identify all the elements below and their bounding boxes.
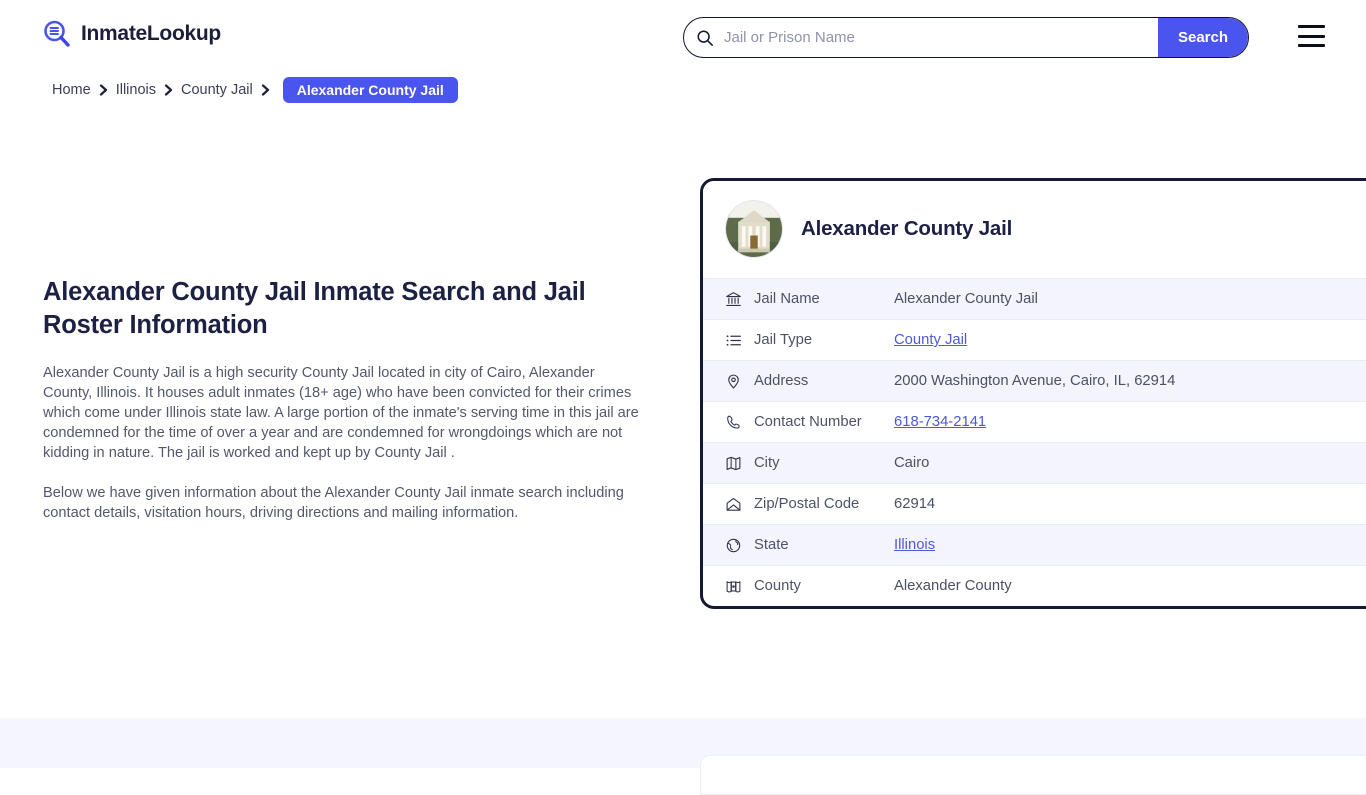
jail-card-title: Alexander County Jail: [801, 217, 1013, 240]
hamburger-menu-icon[interactable]: [1298, 25, 1325, 47]
info-row-address: Address 2000 Washington Avenue, Cairo, I…: [703, 360, 1366, 401]
page-title: Alexander County Jail Inmate Search and …: [43, 278, 586, 339]
search-bar: Search: [683, 17, 1249, 58]
search-button[interactable]: Search: [1158, 18, 1248, 57]
state-link[interactable]: Illinois: [894, 537, 935, 553]
bank-icon: [726, 291, 741, 306]
info-row-label: Address: [754, 373, 809, 389]
info-row-label: County: [754, 578, 801, 594]
info-row-jail-name: Jail Name Alexander County Jail: [703, 278, 1366, 319]
map-marker-icon: [726, 580, 741, 592]
breadcrumb-item-illinois[interactable]: Illinois: [116, 82, 156, 98]
envelope-icon: [726, 497, 741, 511]
info-row-jail-type: Jail Type County Jail: [703, 319, 1366, 360]
info-row-value: 62914: [894, 496, 936, 512]
info-row-label: Zip/Postal Code: [754, 496, 860, 512]
phone-icon: [727, 415, 740, 429]
hamburger-bar: [1298, 25, 1325, 28]
below-fold-card: [700, 755, 1366, 795]
brand-name: InmateLookup: [81, 22, 221, 45]
breadcrumb-item-county-jail[interactable]: County Jail: [181, 82, 253, 98]
map-pin-icon: [728, 374, 739, 389]
info-row-value: Cairo: [894, 455, 930, 471]
hamburger-bar: [1298, 44, 1325, 47]
info-row-city: City Cairo: [703, 442, 1366, 483]
info-row-zip-code: Zip/Postal Code 62914: [703, 483, 1366, 524]
search-icon: [697, 29, 713, 46]
jail-info-card-header: Alexander County Jail: [703, 181, 1366, 278]
intro-paragraph: Alexander County Jail is a high security…: [43, 365, 639, 461]
article-column: Alexander County Jail Inmate Search and …: [43, 276, 643, 523]
chevron-right-icon: [164, 84, 173, 96]
chevron-right-icon: [99, 84, 107, 96]
courthouse-photo-icon: [726, 201, 782, 257]
info-row-state: State Illinois: [703, 524, 1366, 565]
jail-photo: [725, 200, 783, 258]
jail-info-card: Alexander County Jail Jail Name Alexande…: [700, 178, 1366, 609]
info-row-county: County Alexander County: [703, 565, 1366, 606]
info-row-value: 618-734-2141: [894, 414, 986, 430]
magnifier-list-logo-icon: [44, 20, 70, 47]
info-row-label: Jail Name: [754, 291, 820, 307]
info-row-contact-number: Contact Number 618-734-2141: [703, 401, 1366, 442]
map-icon: [726, 456, 741, 470]
globe-icon: [726, 538, 741, 552]
info-row-value: Alexander County Jail: [894, 291, 1038, 307]
breadcrumb-item-current: Alexander County Jail: [282, 77, 458, 103]
secondary-paragraph: Below we have given information about th…: [43, 485, 624, 521]
info-row-label: Jail Type: [754, 332, 813, 348]
info-row-value: County Jail: [894, 332, 967, 348]
info-row-value: 2000 Washington Avenue, Cairo, IL, 62914: [894, 373, 1176, 389]
contact-number-link[interactable]: 618-734-2141: [894, 414, 986, 430]
breadcrumb-item-home[interactable]: Home: [52, 82, 91, 98]
jail-type-link[interactable]: County Jail: [894, 332, 967, 348]
chevron-right-icon: [261, 84, 269, 96]
brand-logo-link[interactable]: InmateLookup: [42, 19, 221, 49]
info-row-value: Alexander County: [894, 578, 1012, 594]
info-row-label: State: [754, 537, 789, 553]
info-row-label: City: [754, 455, 780, 471]
list-icon: [726, 334, 741, 346]
site-header: InmateLookup Search: [0, 0, 1366, 72]
info-row-label: Contact Number: [754, 414, 862, 430]
breadcrumb: Home Illinois County Jail Alexander Coun…: [52, 77, 458, 103]
search-input[interactable]: [714, 18, 1158, 57]
info-row-value: Illinois: [894, 537, 935, 553]
hamburger-bar: [1298, 34, 1325, 38]
